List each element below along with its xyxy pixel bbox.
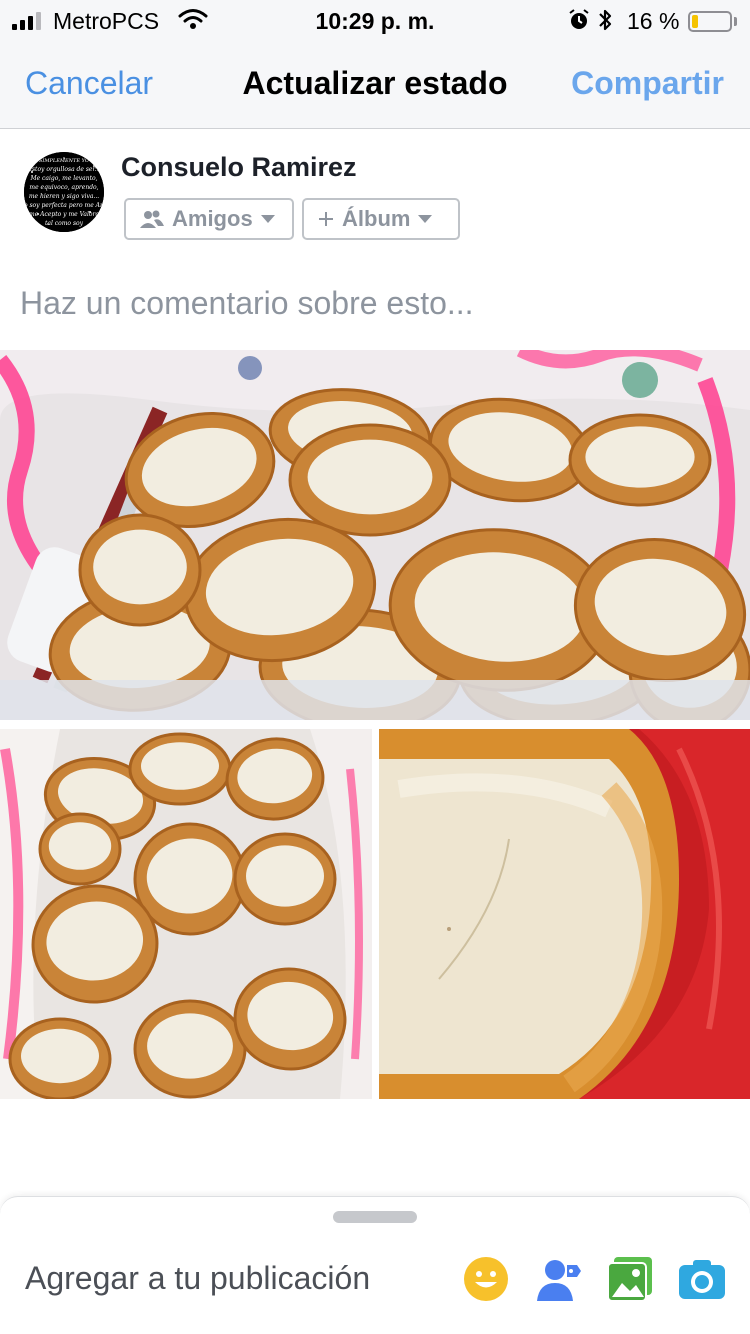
battery-level xyxy=(692,15,698,28)
photo-right[interactable] xyxy=(379,729,750,1099)
pastry xyxy=(128,732,232,806)
photo-main[interactable] xyxy=(0,350,750,720)
add-to-post-sheet[interactable]: Agregar a tu publicación xyxy=(0,1196,750,1334)
avatar-quote-line: SIMPLEMENTE YO xyxy=(39,158,89,164)
audience-label: Amigos xyxy=(172,206,253,231)
sheet-grabber[interactable] xyxy=(333,1211,417,1223)
album-selector[interactable]: Álbum xyxy=(302,198,460,240)
photo-left[interactable] xyxy=(0,729,372,1099)
plus-icon xyxy=(318,211,334,227)
nav-bar: Cancelar Actualizar estado Compartir xyxy=(0,40,750,129)
battery-cap xyxy=(734,17,737,26)
tag-people-icon[interactable] xyxy=(535,1255,583,1303)
avatar-quote-line: No soy perfecta pero me Amo xyxy=(24,202,104,209)
alarm-icon xyxy=(568,9,590,37)
stacked-pastries-image xyxy=(0,729,372,1099)
battery-icon xyxy=(688,11,732,32)
bluetooth-icon xyxy=(597,8,613,38)
avatar-quote-line: me hieren y sigo viva... xyxy=(29,193,99,200)
audience-selector[interactable]: Amigos xyxy=(124,198,294,240)
camera-icon[interactable] xyxy=(678,1255,726,1303)
pastry xyxy=(78,513,202,627)
avatar-quote-line: Me caigo, me levanto, xyxy=(29,175,97,182)
pastry-closeup-image xyxy=(379,729,750,1099)
avatar[interactable]: SIMPLEMENTE YO Estoy orgullosa de ser... M… xyxy=(24,152,104,232)
pastry xyxy=(8,1017,112,1099)
pastry xyxy=(568,413,712,507)
pastry xyxy=(233,832,337,926)
pastry xyxy=(38,812,122,886)
chevron-down-icon xyxy=(260,215,275,223)
avatar-quote-line: tal como soy xyxy=(45,220,84,227)
pastry xyxy=(133,999,247,1099)
status-bar: MetroPCS 10:29 p. m. 16 % xyxy=(0,0,750,40)
battery-percent: 16 % xyxy=(627,8,680,34)
comment-input[interactable]: Haz un comentario sobre esto... xyxy=(20,285,474,322)
photo-icon[interactable] xyxy=(606,1255,654,1303)
avatar-quote-image: SIMPLEMENTE YO Estoy orgullosa de ser... M… xyxy=(24,152,104,232)
add-to-post-label: Agregar a tu publicación xyxy=(25,1260,371,1296)
avatar-quote-line: Estoy orgullosa de ser... xyxy=(27,166,101,173)
feeling-emoji-icon[interactable] xyxy=(462,1255,510,1303)
chevron-down-icon xyxy=(418,215,433,223)
share-button[interactable]: Compartir xyxy=(571,65,724,102)
avatar-quote-line: me equivoco, aprendo, xyxy=(29,184,98,191)
album-label: Álbum xyxy=(342,206,411,231)
avatar-quote-line: me Acepto y me Valoro xyxy=(29,211,99,218)
pastry-basket-image xyxy=(0,350,750,720)
author-name: Consuelo Ramirez xyxy=(121,152,357,182)
pastry xyxy=(288,423,452,537)
friends-icon xyxy=(140,210,164,228)
